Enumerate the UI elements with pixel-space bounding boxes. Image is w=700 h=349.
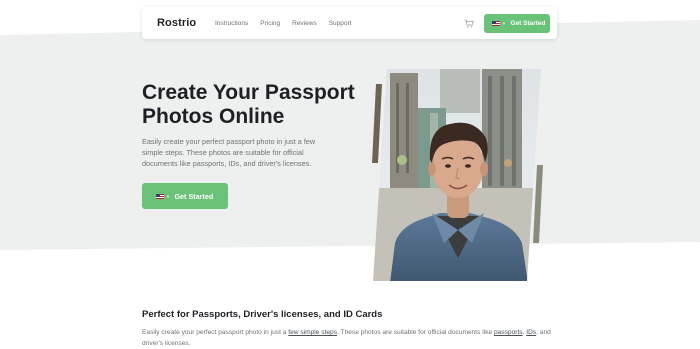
passports-link[interactable]: passports (494, 329, 523, 336)
few-simple-steps-link[interactable]: few simple steps (288, 329, 337, 336)
hero-portrait-image (370, 68, 545, 283)
features-section-title: Perfect for Passports, Driver's licenses… (142, 309, 383, 320)
features-section-description: Easily create your perfect passport phot… (142, 329, 551, 347)
ids-link[interactable]: IDs (526, 329, 536, 336)
hero-get-started-label: Get Started (174, 191, 214, 201)
nav-get-started-label: Get Started (510, 19, 546, 27)
brand-logo[interactable]: Rostrio (157, 17, 215, 29)
hero-description: Easily create your perfect passport phot… (142, 137, 316, 169)
us-flag-icon: ▼ (492, 20, 506, 26)
nav-link-reviews[interactable]: Reviews (292, 20, 317, 27)
cart-icon[interactable] (463, 17, 475, 29)
nav-link-instructions[interactable]: Instructions (215, 20, 248, 27)
top-navbar: Rostrio Instructions Pricing Reviews Sup… (142, 7, 557, 39)
hero-get-started-button[interactable]: ▼ Get Started (142, 183, 228, 209)
nav-link-support[interactable]: Support (329, 20, 352, 27)
hero-title: Create Your Passport Photos Online (142, 81, 355, 128)
nav-get-started-button[interactable]: ▼ Get Started (484, 13, 550, 33)
hero-background-band (0, 20, 700, 250)
nav-link-pricing[interactable]: Pricing (260, 20, 280, 27)
nav-links: Instructions Pricing Reviews Support (215, 20, 363, 27)
us-flag-icon: ▼ (156, 193, 170, 199)
